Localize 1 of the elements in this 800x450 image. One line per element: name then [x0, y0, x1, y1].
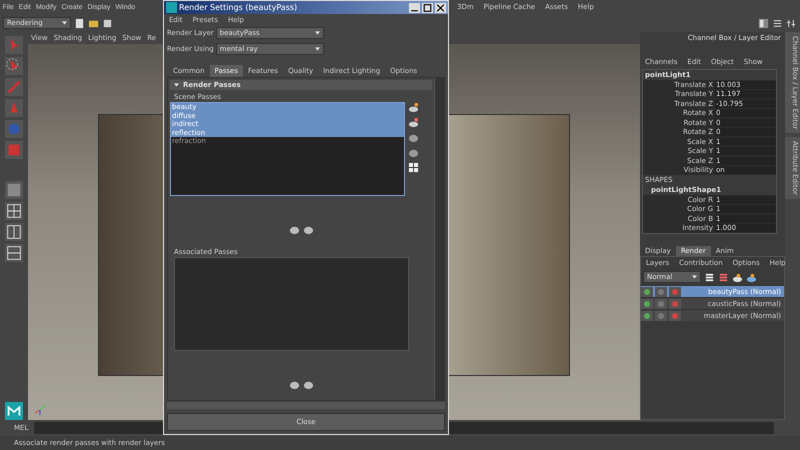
window-title: Render Settings (beautyPass)	[179, 3, 298, 12]
